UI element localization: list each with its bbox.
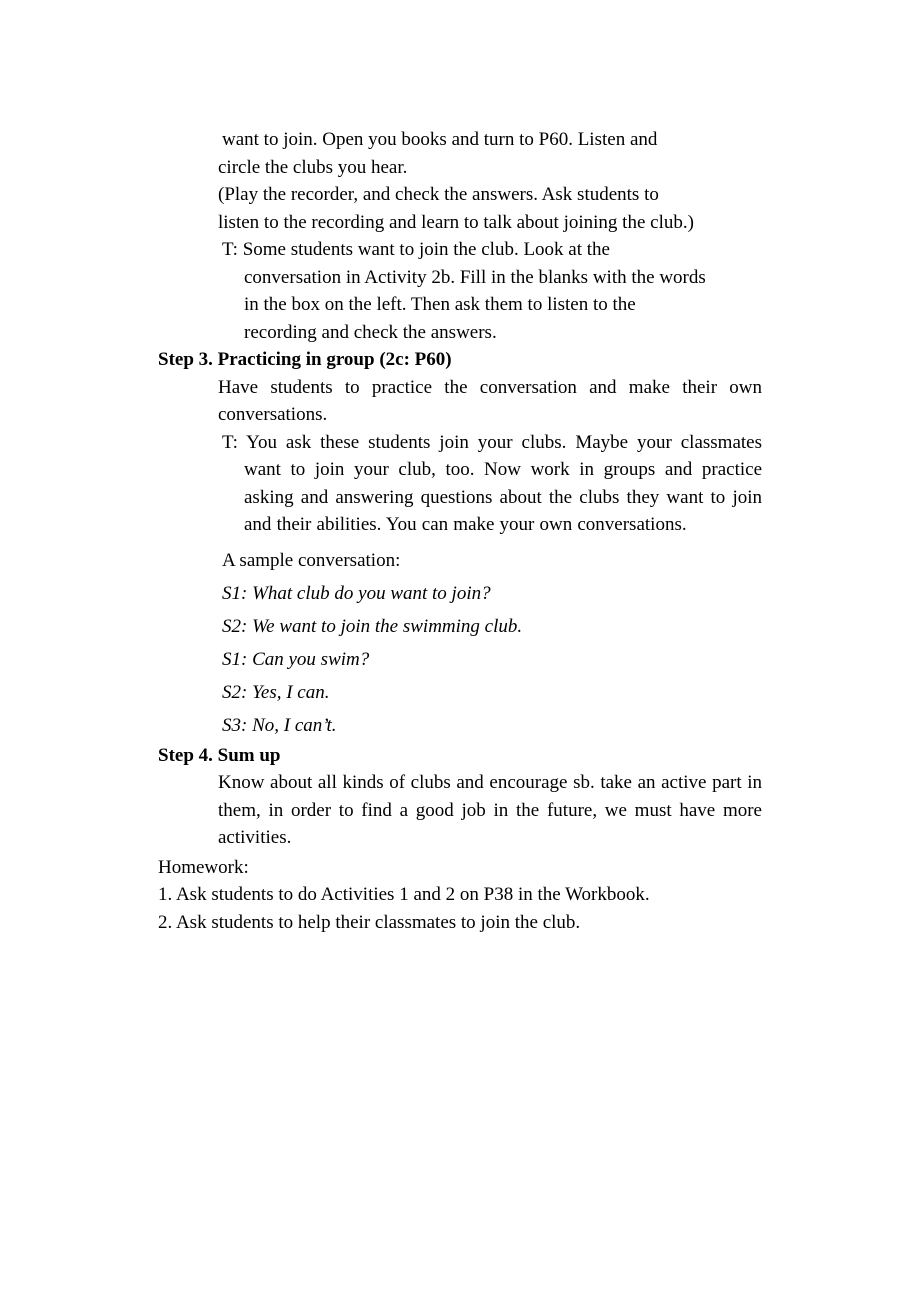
step-3-body: Have students to practice the conversati… — [218, 376, 762, 426]
homework-item-2: 2. Ask students to help their classmates… — [158, 911, 581, 933]
dialogue-line-2: S2: We want to join the swimming club. — [222, 615, 523, 637]
step-4-heading: Step 4. Sum up — [158, 744, 281, 766]
step-4-body: Know about all kinds of clubs and encour… — [218, 772, 762, 848]
dialogue-line-3: S1: Can you swim? — [222, 648, 370, 670]
homework-heading: Homework: — [158, 856, 249, 878]
continued-paragraph: want to join. Open you books and turn to… — [158, 126, 762, 181]
stage-direction-line-1: (Play the recorder, and check the answer… — [218, 184, 659, 205]
teacher-instruction-line-4: recording and check the answers. — [244, 321, 497, 343]
homework-item-1: 1. Ask students to do Activities 1 and 2… — [158, 884, 650, 905]
teacher-instruction-line-3: in the box on the left. Then ask them to… — [244, 294, 636, 315]
dialogue-line-5: S3: No, I can’t. — [222, 714, 337, 736]
document-page: want to join. Open you books and turn to… — [0, 0, 920, 1300]
continued-paragraph-line-2: circle the clubs you hear. — [218, 156, 408, 178]
teacher-instruction-line-2: conversation in Activity 2b. Fill in the… — [244, 266, 706, 288]
continued-paragraph-line-1: want to join. Open you books and turn to… — [222, 129, 658, 150]
stage-direction: (Play the recorder, and check the answer… — [158, 181, 762, 236]
stage-direction-line-2: listen to the recording and learn to tal… — [218, 211, 694, 233]
teacher-instruction-block: T: Some students want to join the club. … — [158, 236, 762, 346]
dialogue-line-1: S1: What club do you want to join? — [222, 582, 491, 604]
teacher-instruction-line-1: T: Some students want to join the club. … — [222, 239, 610, 260]
step-3-teacher-speech: T: You ask these students join your club… — [222, 431, 762, 536]
sample-conversation-intro: A sample conversation: — [222, 549, 401, 571]
step-3-heading: Step 3. Practicing in group (2c: P60) — [158, 349, 452, 370]
dialogue-line-4: S2: Yes, I can. — [222, 681, 330, 703]
page-content: want to join. Open you books and turn to… — [158, 126, 762, 936]
